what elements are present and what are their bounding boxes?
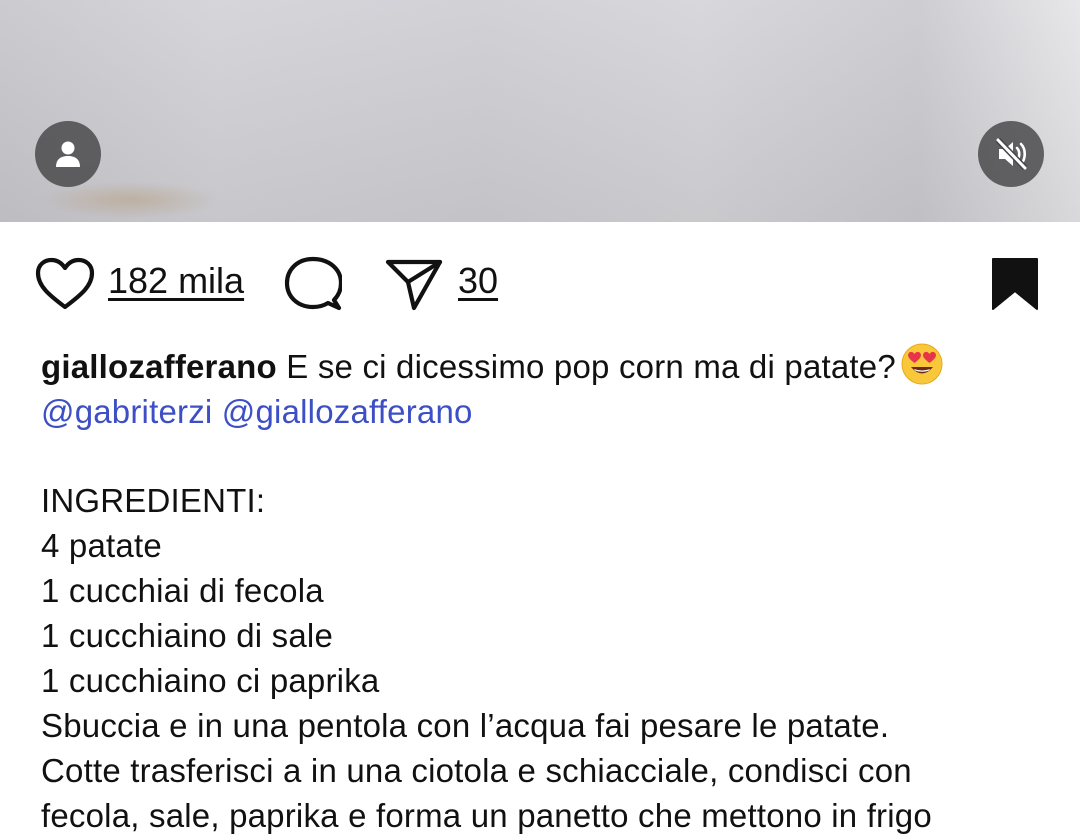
caption-mentions: @gabriterzi @giallozafferano [41, 389, 1041, 434]
mention-link[interactable]: @gabriterzi [41, 393, 212, 430]
instructions-line: Cotte trasferisci a in una ciotola e sch… [41, 752, 912, 789]
ingredient-item: 1 cucchiaino di sale [41, 617, 334, 654]
instructions-line: fecola, sale, paprika e forma un panetto… [41, 797, 932, 834]
post-caption: giallozafferano E se ci dicessimo pop co… [41, 342, 1041, 838]
share-button[interactable] [384, 256, 444, 312]
instructions-line: Sbuccia e in una pentola con l’acqua fai… [41, 707, 890, 744]
user-icon [56, 141, 80, 167]
heart-icon [35, 257, 95, 310]
save-button[interactable] [990, 256, 1040, 312]
caption-text: E se ci dicessimo pop corn ma di patate? [286, 348, 896, 385]
tagged-users-button[interactable] [35, 121, 101, 187]
bookmark-icon [992, 258, 1038, 310]
caption-username[interactable]: giallozafferano [41, 348, 277, 385]
media-shade [0, 0, 1080, 222]
mute-button[interactable] [978, 121, 1044, 187]
ingredient-item: 1 cucchiaino ci paprika [41, 662, 380, 699]
like-button[interactable] [35, 256, 95, 312]
comment-button[interactable] [284, 256, 342, 312]
post-action-bar: 182 mila 30 [0, 222, 1080, 342]
ingredient-item: 1 cucchiai di fecola [41, 572, 324, 609]
mention-link[interactable]: @giallozafferano [222, 393, 473, 430]
likes-count-link[interactable]: 182 mila [108, 260, 244, 302]
paper-plane-icon [385, 259, 443, 311]
heart-eyes-emoji-icon [900, 342, 944, 386]
post-media[interactable] [0, 0, 1080, 222]
caption-first-line: giallozafferano E se ci dicessimo pop co… [41, 342, 1041, 389]
ingredient-item: 4 patate [41, 527, 162, 564]
speaker-muted-icon [995, 137, 1028, 171]
ingredients-heading: INGREDIENTI: [41, 482, 266, 519]
shares-count-link[interactable]: 30 [458, 260, 498, 302]
comment-bubble-icon [284, 256, 342, 311]
